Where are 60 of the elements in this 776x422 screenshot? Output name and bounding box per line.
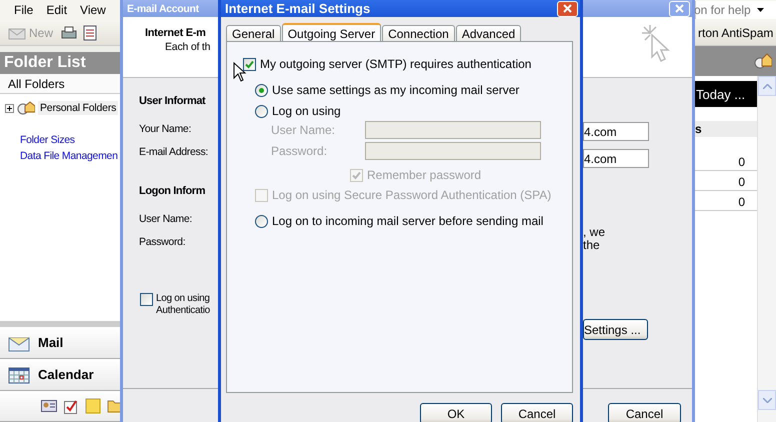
note-text: , we [583, 226, 606, 239]
tree-item[interactable]: Personal Folders [38, 101, 118, 115]
field-label: Password: [139, 236, 186, 248]
window-title: E-mail Account [127, 2, 199, 14]
checkbox-label: My outgoing server (SMTP) requires authentication [260, 57, 532, 71]
check-icon [352, 170, 361, 180]
tab[interactable]: Advanced [456, 25, 522, 42]
section-heading: User Informat [139, 95, 206, 107]
toolbar-label[interactable]: rton AntiSpam [698, 26, 776, 40]
tab[interactable]: General [226, 25, 281, 42]
window-title: Internet E-mail Settings [225, 1, 370, 16]
radio-button[interactable] [255, 84, 268, 96]
expand-icon[interactable] [5, 104, 14, 112]
folder-house-icon [754, 52, 772, 70]
tasks-icon[interactable] [63, 398, 79, 414]
today-header: Today ... [695, 81, 757, 107]
checkbox-label: Log on using Secure Password Authentication (SPA) [272, 188, 552, 202]
header-title: Internet E-m [145, 27, 207, 39]
close-icon [675, 4, 684, 13]
dialog-button[interactable]: Cancel [501, 403, 573, 422]
menu-item[interactable]: View [80, 3, 106, 17]
radio-label: Log on to incoming mail server before sending mail [272, 214, 544, 228]
field-label: E-mail Address: [139, 146, 210, 158]
check-icon [245, 60, 254, 68]
close-icon [563, 4, 572, 13]
contacts-icon[interactable] [41, 399, 57, 413]
header-text: Each of th [164, 41, 210, 53]
radio-button[interactable] [255, 214, 268, 228]
checkbox[interactable] [243, 58, 256, 70]
input-field[interactable]: 4.com [583, 122, 649, 141]
checkbox[interactable] [140, 293, 153, 306]
note-text: the [583, 239, 601, 252]
cancel-button[interactable]: Cancel [608, 403, 681, 422]
document-icon[interactable] [83, 24, 98, 40]
field-label: Your Name: [139, 123, 192, 135]
dialog-button[interactable]: OK [420, 403, 492, 422]
dropdown-arrow-icon [756, 8, 764, 12]
tab[interactable]: Outgoing Server [282, 23, 382, 42]
checkbox-label: Remember password [367, 168, 482, 182]
tab[interactable]: Connection [382, 25, 455, 42]
close-button[interactable] [557, 0, 578, 16]
field-label: User Name: [271, 123, 336, 137]
menu-item[interactable]: Edit [46, 3, 68, 17]
checkbox-label: Log on using Authenticatio [156, 293, 210, 317]
input-field[interactable]: 4.com [583, 149, 649, 168]
more-settings-button[interactable]: Settings ... [583, 319, 648, 340]
radio-button[interactable] [255, 104, 268, 118]
field-label: User Name: [139, 213, 194, 225]
note-icon[interactable] [85, 398, 101, 414]
mouse-pointer-icon [233, 62, 246, 82]
envelope-icon [8, 26, 26, 40]
printer-icon[interactable] [61, 24, 78, 40]
radio-label: Use same settings as my incoming mail server [272, 83, 520, 97]
calendar-icon [8, 366, 30, 384]
field-label: Password: [271, 144, 328, 158]
folder-house-icon [17, 100, 35, 116]
section-heading: Logon Inform [139, 185, 206, 197]
menu-item[interactable]: File [14, 3, 34, 17]
column-header: s [695, 121, 757, 137]
radio-label: Log on using [272, 104, 341, 118]
